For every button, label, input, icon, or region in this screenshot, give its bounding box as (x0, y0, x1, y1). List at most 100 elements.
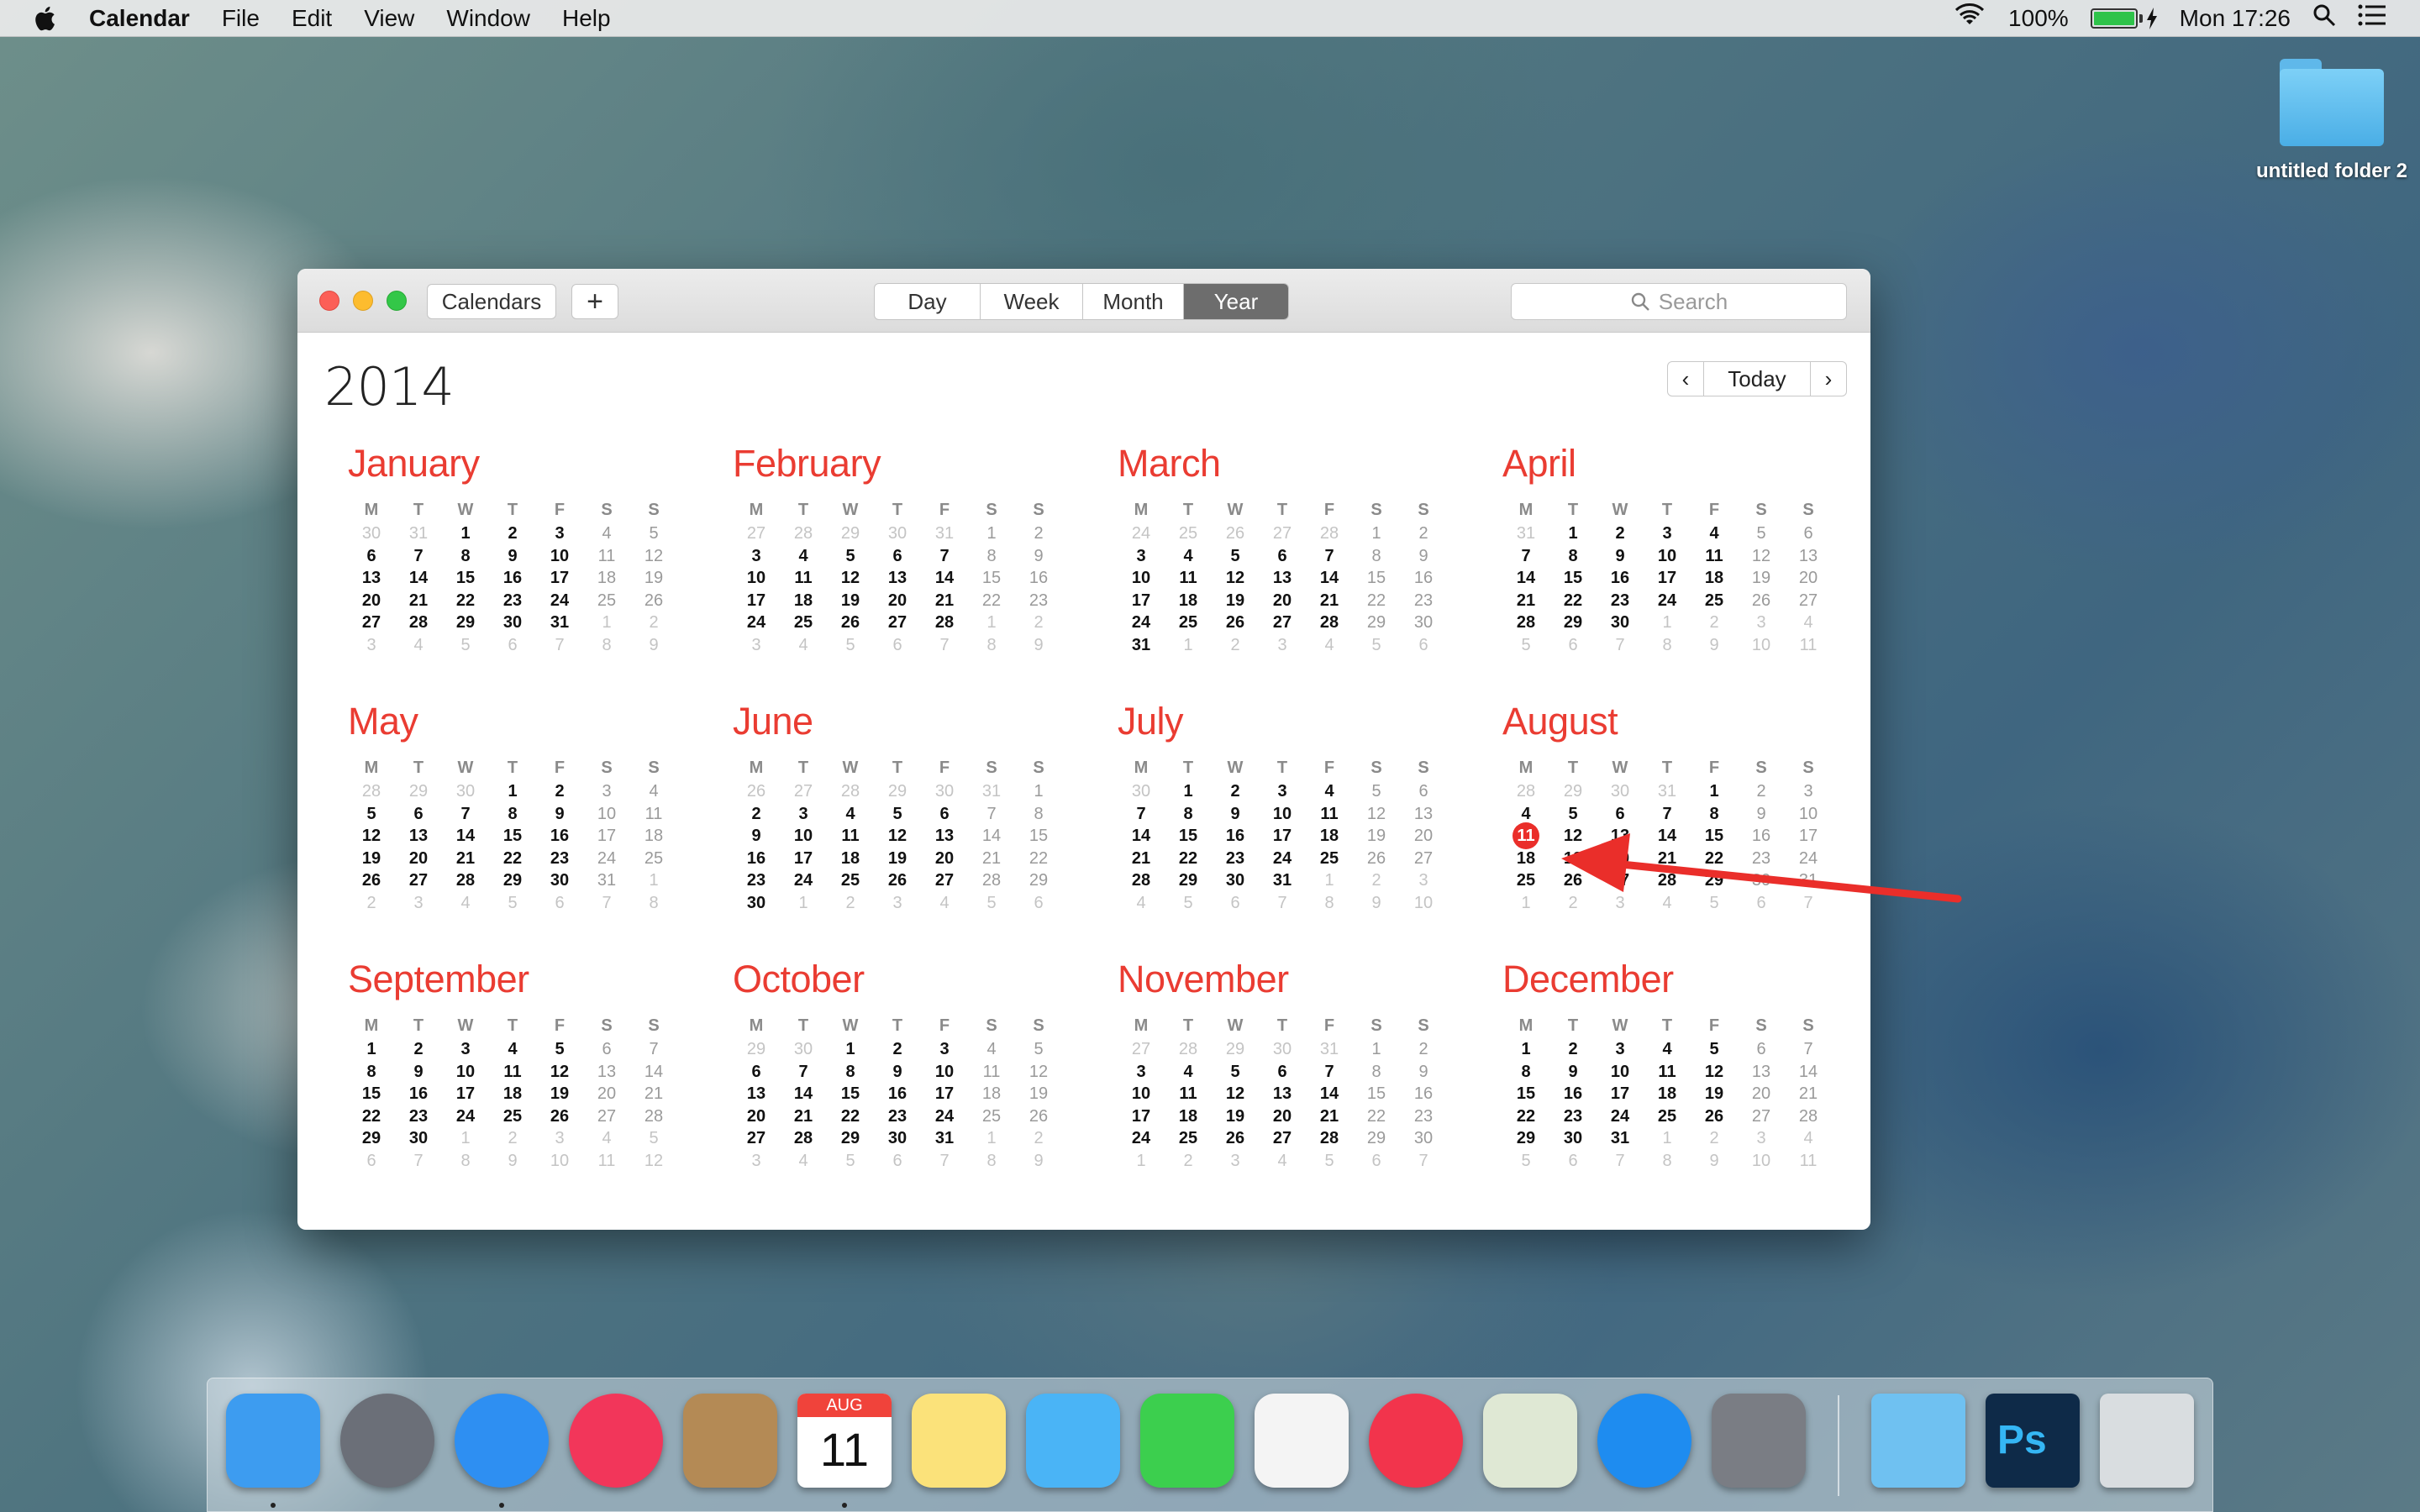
day-cell[interactable]: 3 (1259, 780, 1306, 803)
month-title[interactable]: August (1502, 700, 1855, 743)
day-cell[interactable]: 31 (921, 522, 968, 545)
day-cell[interactable]: 29 (1353, 1127, 1400, 1150)
day-cell[interactable]: 11 (1785, 1150, 1832, 1173)
day-cell[interactable]: 22 (1353, 590, 1400, 612)
month-december[interactable]: December M T W T F S S 1 2 3 4 5 6 7 8 9 10 11 12 13 14 15 16 17… (1502, 958, 1855, 1172)
day-cell[interactable]: 3 (733, 1150, 780, 1173)
day-cell[interactable]: 20 (733, 1105, 780, 1128)
day-cell[interactable]: 7 (1785, 892, 1832, 915)
day-cell[interactable]: 17 (1785, 825, 1832, 848)
day-cell[interactable]: 28 (780, 1127, 827, 1150)
day-cell[interactable]: 15 (1549, 567, 1597, 590)
day-cell[interactable]: 2 (1691, 612, 1738, 634)
day-cell[interactable]: 15 (1015, 825, 1062, 848)
day-cell[interactable]: 10 (1597, 1061, 1644, 1084)
day-cell[interactable]: 23 (733, 869, 780, 892)
day-cell[interactable]: 9 (1212, 803, 1259, 826)
day-cell[interactable]: 30 (874, 1127, 921, 1150)
day-cell[interactable]: 2 (874, 1038, 921, 1061)
day-cell[interactable]: 6 (874, 1150, 921, 1173)
day-cell[interactable]: 19 (1549, 848, 1597, 870)
day-cell[interactable]: 13 (733, 1083, 780, 1105)
day-cell[interactable]: 13 (395, 825, 442, 848)
day-cell[interactable]: 12 (630, 1150, 677, 1173)
day-cell[interactable]: 6 (583, 1038, 630, 1061)
day-cell[interactable]: 18 (1644, 1083, 1691, 1105)
day-cell[interactable]: 15 (968, 567, 1015, 590)
day-cell[interactable]: 5 (827, 634, 874, 657)
day-cell[interactable]: 30 (489, 612, 536, 634)
day-cell[interactable]: 2 (1400, 1038, 1447, 1061)
day-cell[interactable]: 26 (630, 590, 677, 612)
day-cell[interactable]: 26 (1212, 1127, 1259, 1150)
day-cell[interactable]: 2 (1015, 522, 1062, 545)
day-cell[interactable]: 19 (874, 848, 921, 870)
app-store-icon[interactable] (1597, 1394, 1691, 1488)
day-cell[interactable]: 6 (1400, 634, 1447, 657)
day-cell[interactable]: 17 (1118, 1105, 1165, 1128)
system-preferences-icon[interactable] (1712, 1394, 1806, 1488)
day-cell[interactable]: 22 (968, 590, 1015, 612)
day-cell[interactable]: 21 (1118, 848, 1165, 870)
day-cell[interactable]: 3 (1644, 522, 1691, 545)
zoom-button[interactable] (387, 291, 407, 311)
day-cell[interactable]: 4 (1165, 1061, 1212, 1084)
day-cell[interactable]: 22 (1549, 590, 1597, 612)
day-cell[interactable]: 18 (1165, 590, 1212, 612)
day-cell[interactable]: 21 (630, 1083, 677, 1105)
day-cell[interactable]: 25 (1165, 1127, 1212, 1150)
month-september[interactable]: September M T W T F S S 1 2 3 4 5 6 7 8 9 10 11 12 13 14 15 16 1… (348, 958, 701, 1172)
day-cell[interactable]: 2 (395, 1038, 442, 1061)
day-cell[interactable]: 17 (1597, 1083, 1644, 1105)
day-cell[interactable]: 2 (827, 892, 874, 915)
day-cell[interactable]: 16 (1400, 1083, 1447, 1105)
day-cell[interactable]: 6 (1597, 803, 1644, 826)
day-cell[interactable]: 17 (921, 1083, 968, 1105)
day-cell[interactable]: 8 (1306, 892, 1353, 915)
day-cell[interactable]: 14 (921, 567, 968, 590)
day-cell[interactable]: 27 (733, 522, 780, 545)
day-cell[interactable]: 31 (395, 522, 442, 545)
day-cell[interactable]: 16 (1549, 1083, 1597, 1105)
day-cell[interactable]: 24 (1644, 590, 1691, 612)
day-cell[interactable]: 21 (442, 848, 489, 870)
day-cell[interactable]: 7 (1259, 892, 1306, 915)
day-cell[interactable]: 9 (1691, 634, 1738, 657)
day-cell[interactable]: 24 (1118, 522, 1165, 545)
day-cell[interactable]: 3 (733, 634, 780, 657)
day-cell[interactable]: 22 (827, 1105, 874, 1128)
messages-icon[interactable] (1026, 1394, 1120, 1488)
day-cell[interactable]: 15 (1353, 567, 1400, 590)
day-cell[interactable]: 1 (489, 780, 536, 803)
day-cell[interactable]: 15 (348, 1083, 395, 1105)
day-cell[interactable]: 9 (1400, 1061, 1447, 1084)
day-cell[interactable]: 6 (348, 1150, 395, 1173)
day-cell[interactable]: 1 (1165, 780, 1212, 803)
day-cell[interactable]: 4 (780, 1150, 827, 1173)
day-cell[interactable]: 15 (827, 1083, 874, 1105)
day-cell[interactable]: 31 (921, 1127, 968, 1150)
day-cell[interactable]: 6 (489, 634, 536, 657)
day-cell[interactable]: 18 (1502, 848, 1549, 870)
day-cell[interactable]: 1 (348, 1038, 395, 1061)
day-cell[interactable]: 10 (583, 803, 630, 826)
day-cell[interactable]: 4 (583, 522, 630, 545)
day-cell[interactable]: 7 (1597, 634, 1644, 657)
day-cell[interactable]: 6 (1353, 1150, 1400, 1173)
day-cell[interactable]: 29 (1502, 1127, 1549, 1150)
day-cell[interactable]: 18 (489, 1083, 536, 1105)
day-cell[interactable]: 3 (1597, 1038, 1644, 1061)
calendar-icon[interactable]: AUG 11 (797, 1394, 892, 1488)
day-cell[interactable]: 1 (442, 1127, 489, 1150)
day-cell[interactable]: 28 (1644, 869, 1691, 892)
month-may[interactable]: May M T W T F S S 28 29 30 1 2 3 4 5 6 7 8 9 10 11 12 13 14 15 16 1… (348, 700, 701, 914)
day-cell[interactable]: 10 (780, 825, 827, 848)
day-cell[interactable]: 20 (1738, 1083, 1785, 1105)
day-cell[interactable]: 22 (1353, 1105, 1400, 1128)
month-october[interactable]: October M T W T F S S 29 30 1 2 3 4 5 6 7 8 9 10 11 12 13 14 15 1… (733, 958, 1086, 1172)
day-cell[interactable]: 9 (1738, 803, 1785, 826)
day-cell[interactable]: 27 (874, 612, 921, 634)
day-cell[interactable]: 3 (583, 780, 630, 803)
day-cell[interactable]: 27 (733, 1127, 780, 1150)
day-cell[interactable]: 1 (1644, 612, 1691, 634)
